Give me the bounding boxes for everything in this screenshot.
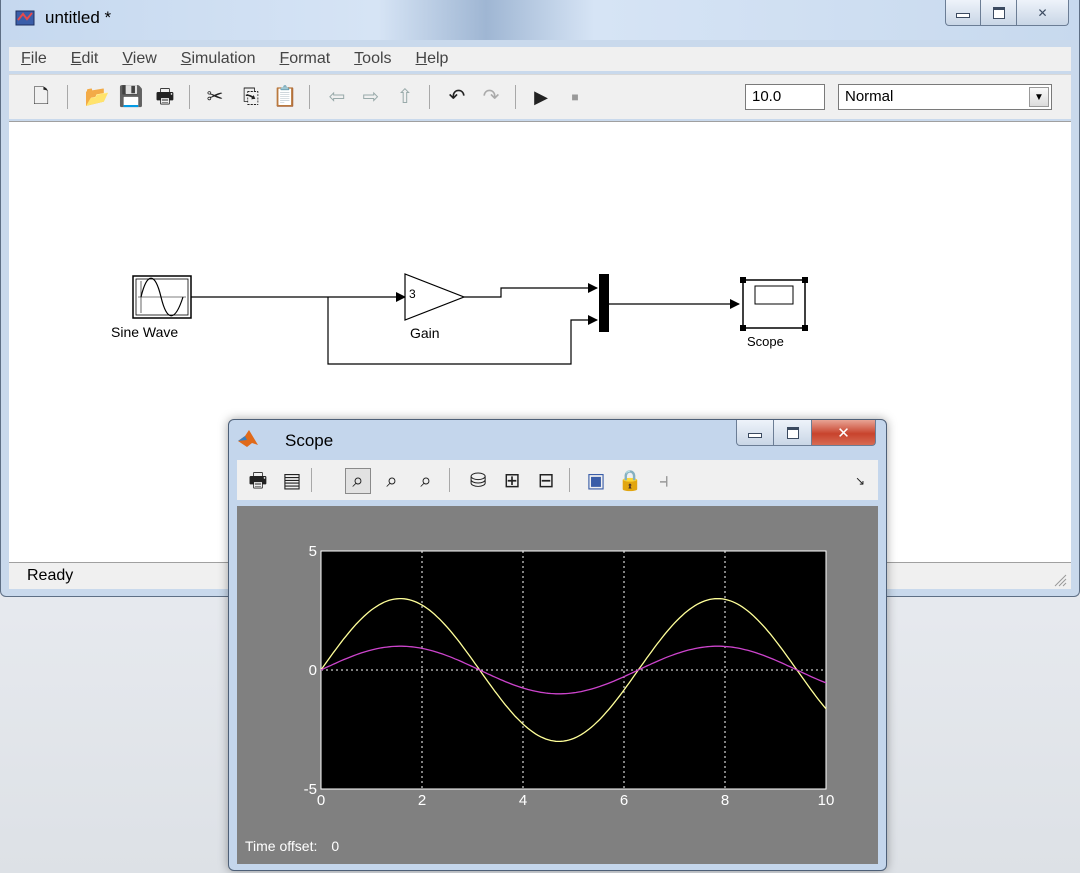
scope-maximize-button[interactable]	[774, 420, 812, 446]
window-title: untitled *	[45, 8, 112, 27]
signal-selection-icon[interactable]: ⫞	[651, 468, 677, 494]
toolbar-separator	[189, 85, 190, 109]
new-icon[interactable]: 🗋	[29, 85, 53, 109]
menu-view[interactable]: View	[110, 50, 168, 68]
x-tick-label: 6	[620, 792, 628, 809]
toolbar-separator	[311, 468, 312, 492]
maximize-icon	[786, 426, 799, 439]
zoom-icon[interactable]: ⌕	[345, 468, 371, 494]
print-icon[interactable]: 🖶	[153, 85, 177, 109]
minimize-icon	[956, 13, 970, 18]
simulation-mode-select[interactable]: Normal ▼	[838, 84, 1052, 110]
y-tick-label: 0	[309, 662, 317, 679]
x-tick-label: 4	[519, 792, 527, 809]
x-tick-label: 0	[317, 792, 325, 809]
scope-title-bar: Scope ✕	[229, 420, 886, 456]
menu-file[interactable]: File	[9, 50, 59, 68]
paste-icon[interactable]: 📋	[273, 85, 298, 109]
menu-tools[interactable]: Tools	[342, 50, 403, 68]
title-bar: untitled * ✕	[1, 0, 1079, 40]
toolbar: 🗋 📂 💾 🖶 ✂ ⎘ 📋 ⇦ ⇨ ⇧ ↶ ↷ ▶ ■ 10.0 Normal …	[9, 74, 1071, 119]
scope-plot[interactable]: 0 2 4 6 8 10-505	[237, 506, 878, 836]
stop-time-field[interactable]: 10.0	[745, 84, 825, 110]
scope-minimize-button[interactable]	[736, 420, 774, 446]
close-icon: ✕	[1037, 5, 1048, 20]
autoscale-binoculars-icon[interactable]: ⛁	[465, 468, 491, 494]
minimize-button[interactable]	[945, 0, 981, 26]
sine-wave-block[interactable]	[132, 275, 192, 319]
gain-value: 3	[409, 287, 416, 301]
matlab-icon	[238, 430, 258, 447]
chevron-down-icon[interactable]: ▼	[1029, 87, 1049, 107]
back-arrow-icon[interactable]: ⇦	[325, 85, 349, 109]
forward-arrow-icon[interactable]: ⇨	[359, 85, 383, 109]
toolbar-overflow-icon[interactable]: ↘	[847, 468, 873, 494]
menu-format[interactable]: Format	[267, 50, 342, 68]
x-tick-label: 10	[818, 792, 835, 809]
scope-block[interactable]	[740, 277, 808, 331]
parameters-icon[interactable]: ▤	[279, 468, 305, 494]
gain-label: Gain	[410, 325, 440, 341]
play-icon[interactable]: ▶	[529, 85, 553, 109]
maximize-button[interactable]	[981, 0, 1017, 26]
close-icon: ✕	[837, 424, 850, 442]
toolbar-separator	[449, 468, 450, 492]
cut-icon[interactable]: ✂	[203, 85, 227, 109]
toolbar-separator	[309, 85, 310, 109]
simulation-mode-value: Normal	[845, 88, 894, 105]
menu-bar: File Edit View Simulation Format Tools H…	[9, 47, 1071, 71]
undo-icon[interactable]: ↶	[445, 85, 469, 109]
x-tick-label: 8	[721, 792, 729, 809]
resize-grip-icon[interactable]	[1051, 571, 1067, 587]
redo-icon[interactable]: ↷	[479, 85, 503, 109]
maximize-icon	[992, 6, 1005, 19]
scope-toolbar: 🖶 ▤ ⌕ ⌕ ⌕ ⛁ ⊞ ⊟ ▣ 🔒 ⫞ ↘	[237, 460, 878, 500]
zoom-y-icon[interactable]: ⌕	[413, 468, 439, 494]
mux-block[interactable]	[599, 274, 609, 332]
status-text: Ready	[27, 567, 74, 584]
floating-scope-icon[interactable]: ▣	[583, 468, 609, 494]
scope-window-controls: ✕	[736, 420, 876, 446]
copy-icon[interactable]: ⎘	[239, 85, 263, 109]
stop-icon[interactable]: ■	[563, 85, 587, 109]
open-folder-icon[interactable]: 📂	[85, 85, 110, 109]
y-tick-label: 5	[309, 543, 317, 560]
y-tick-label: -5	[304, 781, 317, 798]
restore-axes-icon[interactable]: ⊟	[533, 468, 559, 494]
toolbar-separator	[67, 85, 68, 109]
print-icon[interactable]: 🖶	[245, 468, 271, 494]
scope-window-title: Scope	[285, 431, 334, 450]
scope-plot-area: 0 2 4 6 8 10 -5 0 5 Time offset: 0	[237, 506, 878, 864]
menu-edit[interactable]: Edit	[59, 50, 111, 68]
time-offset-value: 0	[331, 838, 340, 854]
scope-close-button[interactable]: ✕	[812, 420, 876, 446]
signal-lines	[191, 283, 740, 365]
up-arrow-icon[interactable]: ⇧	[393, 85, 417, 109]
zoom-x-icon[interactable]: ⌕	[379, 468, 405, 494]
time-offset-readout: Time offset: 0	[245, 838, 339, 854]
scope-label: Scope	[747, 334, 784, 349]
simulink-icon	[15, 10, 35, 26]
toolbar-separator	[569, 468, 570, 492]
save-axes-icon[interactable]: ⊞	[499, 468, 525, 494]
save-icon[interactable]: 💾	[119, 85, 144, 109]
toolbar-separator	[515, 85, 516, 109]
sine-wave-label: Sine Wave	[111, 324, 179, 340]
menu-simulation[interactable]: Simulation	[169, 50, 268, 68]
lock-icon[interactable]: 🔒	[617, 468, 643, 494]
scope-window: Scope ✕ 🖶 ▤ ⌕ ⌕ ⌕ ⛁ ⊞ ⊟ ▣ 🔒 ⫞ ↘ 0 2 4 6 8 10 -…	[228, 419, 887, 871]
menu-help[interactable]: Help	[404, 50, 461, 68]
x-tick-label: 2	[418, 792, 426, 809]
close-button[interactable]: ✕	[1017, 0, 1069, 26]
toolbar-separator	[429, 85, 430, 109]
window-controls: ✕	[945, 0, 1069, 26]
minimize-icon	[748, 433, 762, 438]
time-offset-label: Time offset:	[245, 838, 318, 854]
